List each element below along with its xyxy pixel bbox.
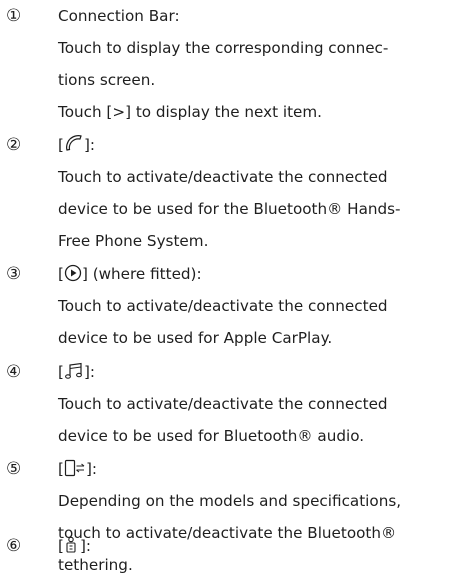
item-2-heading: []:	[58, 129, 468, 161]
item-2-line: device to be used for the Bluetooth® Han…	[58, 200, 401, 218]
item-5-line: Depending on the models and specificatio…	[58, 492, 402, 510]
item-number-6: ⑥	[6, 536, 22, 556]
manual-page: ① Connection Bar: Touch to display the c…	[0, 0, 468, 574]
item-number-2: ②	[6, 135, 22, 155]
item-3-heading-suffix: (where fitted):	[87, 265, 202, 283]
tethering-icon	[64, 459, 85, 477]
item-1-heading: Connection Bar:	[58, 7, 180, 25]
play-circle-icon	[64, 264, 82, 282]
item-3-line: Touch to activate/deactivate the connect…	[58, 297, 388, 315]
item-4-text: []: Touch to activate/deactivate the con…	[58, 356, 468, 452]
item-6-heading: []:	[58, 530, 468, 562]
item-4-line: device to be used for Bluetooth® audio.	[58, 427, 365, 445]
item-number-5: ⑤	[6, 459, 22, 479]
bracket-close: ]:	[79, 537, 91, 555]
item-number-3: ③	[6, 264, 22, 284]
music-note-icon	[64, 362, 82, 379]
bracket-close: ]:	[83, 136, 95, 154]
item-6-text: []:	[58, 530, 468, 562]
item-1-text: Connection Bar: Touch to display the cor…	[58, 0, 468, 128]
item-2-line: Touch to activate/deactivate the connect…	[58, 168, 388, 186]
item-5-heading: []:	[58, 453, 468, 485]
item-1-line: Touch to display the corresponding conne…	[58, 39, 389, 57]
item-4-heading: []:	[58, 356, 468, 388]
item-3-heading: [] (where fitted):	[58, 258, 468, 290]
person-tag-icon	[66, 536, 76, 553]
phone-handset-icon	[65, 135, 82, 151]
item-4-line: Touch to activate/deactivate the connect…	[58, 395, 388, 413]
bracket-close: ]:	[85, 460, 97, 478]
bracket-close: ]:	[83, 363, 95, 381]
item-3-text: [] (where fitted): Touch to activate/dea…	[58, 258, 468, 354]
item-2-line: Free Phone System.	[58, 232, 209, 250]
item-number-1: ①	[6, 6, 22, 26]
item-1-line: tions screen.	[58, 71, 156, 89]
item-3-line: device to be used for Apple CarPlay.	[58, 329, 333, 347]
item-2-text: []: Touch to activate/deactivate the con…	[58, 129, 468, 257]
item-1-line: Touch [>] to display the next item.	[58, 103, 323, 121]
item-number-4: ④	[6, 362, 22, 382]
